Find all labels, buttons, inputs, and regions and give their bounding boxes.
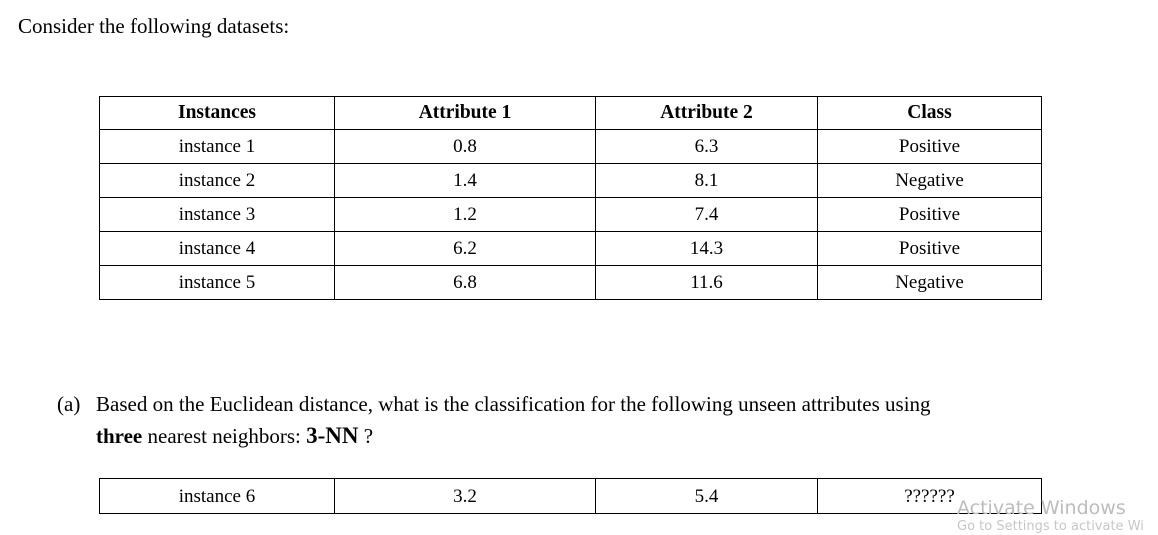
cell-attribute-2: 11.6 <box>595 265 818 300</box>
cell-attribute-1: 1.2 <box>334 197 596 232</box>
cell-class: Positive <box>817 129 1042 164</box>
cell-instance: instance 3 <box>99 197 335 232</box>
unseen-instance-table: instance 6 3.2 5.4 ?????? <box>99 478 1042 514</box>
cell-class-unknown: ?????? <box>817 478 1042 514</box>
question-tail: ? <box>358 424 374 448</box>
question-marker: (a) <box>57 392 81 416</box>
cell-attribute-1: 1.4 <box>334 163 596 198</box>
table-row: instance 6 3.2 5.4 ?????? <box>99 478 1042 514</box>
cell-attribute-1: 6.8 <box>334 265 596 300</box>
header-instances: Instances <box>99 96 335 130</box>
table-row: instance 1 0.8 6.3 Positive <box>99 129 1042 164</box>
cell-attribute-2: 6.3 <box>595 129 818 164</box>
cell-class: Negative <box>817 265 1042 300</box>
table-row: instance 3 1.2 7.4 Positive <box>99 197 1042 232</box>
question-knn-label: 3-NN <box>306 423 359 448</box>
header-attribute-2: Attribute 2 <box>595 96 818 130</box>
dataset-table: Instances Attribute 1 Attribute 2 Class … <box>99 96 1042 300</box>
cell-attribute-1: 3.2 <box>334 478 596 514</box>
cell-attribute-2: 5.4 <box>595 478 818 514</box>
cell-instance: instance 2 <box>99 163 335 198</box>
cell-attribute-2: 14.3 <box>595 231 818 266</box>
question-bold-word: three <box>96 424 143 448</box>
table-header-row: Instances Attribute 1 Attribute 2 Class <box>99 96 1042 130</box>
watermark-subtitle: Go to Settings to activate Wi <box>957 519 1144 534</box>
header-attribute-1: Attribute 1 <box>334 96 596 130</box>
cell-attribute-2: 7.4 <box>595 197 818 232</box>
cell-instance: instance 5 <box>99 265 335 300</box>
cell-attribute-1: 6.2 <box>334 231 596 266</box>
question-a: (a) Based on the Euclidean distance, wha… <box>57 388 1147 452</box>
cell-instance: instance 6 <box>99 478 335 514</box>
cell-instance: instance 1 <box>99 129 335 164</box>
header-class: Class <box>817 96 1042 130</box>
table-row: instance 5 6.8 11.6 Negative <box>99 265 1042 300</box>
question-mid-text: nearest neighbors: <box>142 424 307 448</box>
cell-instance: instance 4 <box>99 231 335 266</box>
cell-class: Positive <box>817 197 1042 232</box>
question-body: Based on the Euclidean distance, what is… <box>96 388 1147 452</box>
cell-attribute-2: 8.1 <box>595 163 818 198</box>
table-row: instance 2 1.4 8.1 Negative <box>99 163 1042 198</box>
intro-text: Consider the following datasets: <box>18 14 290 38</box>
cell-attribute-1: 0.8 <box>334 129 596 164</box>
cell-class: Negative <box>817 163 1042 198</box>
table-row: instance 4 6.2 14.3 Positive <box>99 231 1042 266</box>
question-line-1: Based on the Euclidean distance, what is… <box>96 392 931 416</box>
cell-class: Positive <box>817 231 1042 266</box>
